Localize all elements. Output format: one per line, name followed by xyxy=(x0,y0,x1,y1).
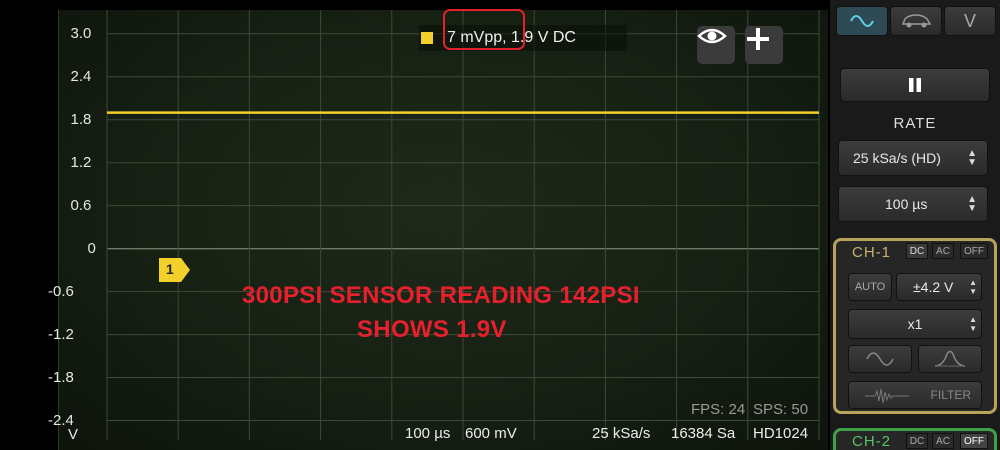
sine-wave-icon xyxy=(866,352,894,366)
pause-icon xyxy=(909,78,921,92)
time-div-select[interactable]: 100 µs ▲ ▼ xyxy=(838,186,988,222)
ch1-ac-button[interactable]: AC xyxy=(932,243,954,259)
legend-swatch xyxy=(421,32,433,44)
eye-icon[interactable] xyxy=(697,26,735,64)
sine-wave-icon xyxy=(850,15,874,27)
y-tick-label: -0.6 xyxy=(48,282,74,300)
spinner-icon: ▲ ▼ xyxy=(969,315,977,333)
ch1-auto-button[interactable]: AUTO xyxy=(848,273,892,301)
plot-area xyxy=(106,10,820,440)
noise-icon xyxy=(865,388,909,404)
rate-value: 25 kSa/s (HD) xyxy=(853,150,941,166)
y-tick-label: 0.6 xyxy=(70,196,92,214)
ch1-filter-curve-button[interactable] xyxy=(918,345,982,373)
time-per-div: 100 µs xyxy=(405,425,451,442)
spinner-icon: ▲ ▼ xyxy=(967,148,977,168)
highlight-box xyxy=(443,9,525,50)
spinner-icon: ▲ ▼ xyxy=(967,194,977,214)
ch1-dc-button[interactable]: DC xyxy=(906,243,928,259)
volt-per-div: 600 mV xyxy=(465,425,517,442)
ch1-wave-button[interactable] xyxy=(848,345,912,373)
channel-1-marker[interactable]: 1 xyxy=(159,258,191,282)
ch1-filter-button[interactable]: FILTER xyxy=(848,381,982,409)
channel-2-panel: CH-2 DC AC OFF xyxy=(833,428,997,450)
fps-readout: FPS: 24 xyxy=(691,401,746,418)
filter-curve-icon xyxy=(934,350,966,367)
y-tick-label: 0 xyxy=(87,239,96,257)
spinner-icon: ▲ ▼ xyxy=(969,278,977,296)
tab-voltmeter[interactable]: V xyxy=(944,6,996,36)
y-tick-label: 2.4 xyxy=(70,67,92,85)
ch1-label: CH-1 xyxy=(852,244,892,261)
y-tick-label: 3.0 xyxy=(70,24,92,42)
y-tick-label: 1.8 xyxy=(70,110,92,128)
ch1-probe-select[interactable]: x1 ▲ ▼ xyxy=(848,309,982,339)
ch2-off-button[interactable]: OFF xyxy=(960,433,988,449)
sample-rate: 25 kSa/s xyxy=(592,425,651,442)
ch2-ac-button[interactable]: AC xyxy=(932,433,954,449)
ch1-filter-label: FILTER xyxy=(930,388,971,402)
tab-scope[interactable] xyxy=(836,6,888,36)
ch1-off-button[interactable]: OFF xyxy=(960,243,988,259)
ch1-range-value: ±4.2 V xyxy=(913,279,954,295)
ch1-range-select[interactable]: ±4.2 V ▲ ▼ xyxy=(896,273,982,301)
ch2-label: CH-2 xyxy=(852,433,892,450)
car-icon xyxy=(901,14,932,28)
y-tick-label: -1.2 xyxy=(48,325,74,343)
resolution-mode: HD1024 xyxy=(753,425,809,442)
tab-vehicle[interactable] xyxy=(890,6,942,36)
y-unit-label: V xyxy=(67,426,78,443)
rate-label: RATE xyxy=(893,115,937,132)
ch2-dc-button[interactable]: DC xyxy=(906,433,928,449)
sps-readout: SPS: 50 xyxy=(753,401,809,418)
time-div-value: 100 µs xyxy=(885,196,928,212)
pause-button[interactable] xyxy=(840,68,990,102)
channel-1-panel: CH-1 DC AC OFF AUTO ±4.2 V ▲ ▼ x1 ▲ ▼ FILT… xyxy=(833,238,997,414)
annotation-line-2: SHOWS 1.9V xyxy=(357,316,507,343)
annotation-line-1: 300PSI SENSOR READING 142PSI xyxy=(242,282,640,309)
y-tick-label: 1.2 xyxy=(70,153,92,171)
plus-icon[interactable] xyxy=(745,26,783,64)
scope-display[interactable]: 7 mVpp, 1.9 V DC 1 300PSI SENSOR READING… xyxy=(58,10,828,450)
y-tick-label: -1.8 xyxy=(48,368,74,386)
rate-select[interactable]: 25 kSa/s (HD) ▲ ▼ xyxy=(838,140,988,176)
sample-count: 16384 Sa xyxy=(671,425,736,442)
ch1-probe-value: x1 xyxy=(907,316,923,332)
